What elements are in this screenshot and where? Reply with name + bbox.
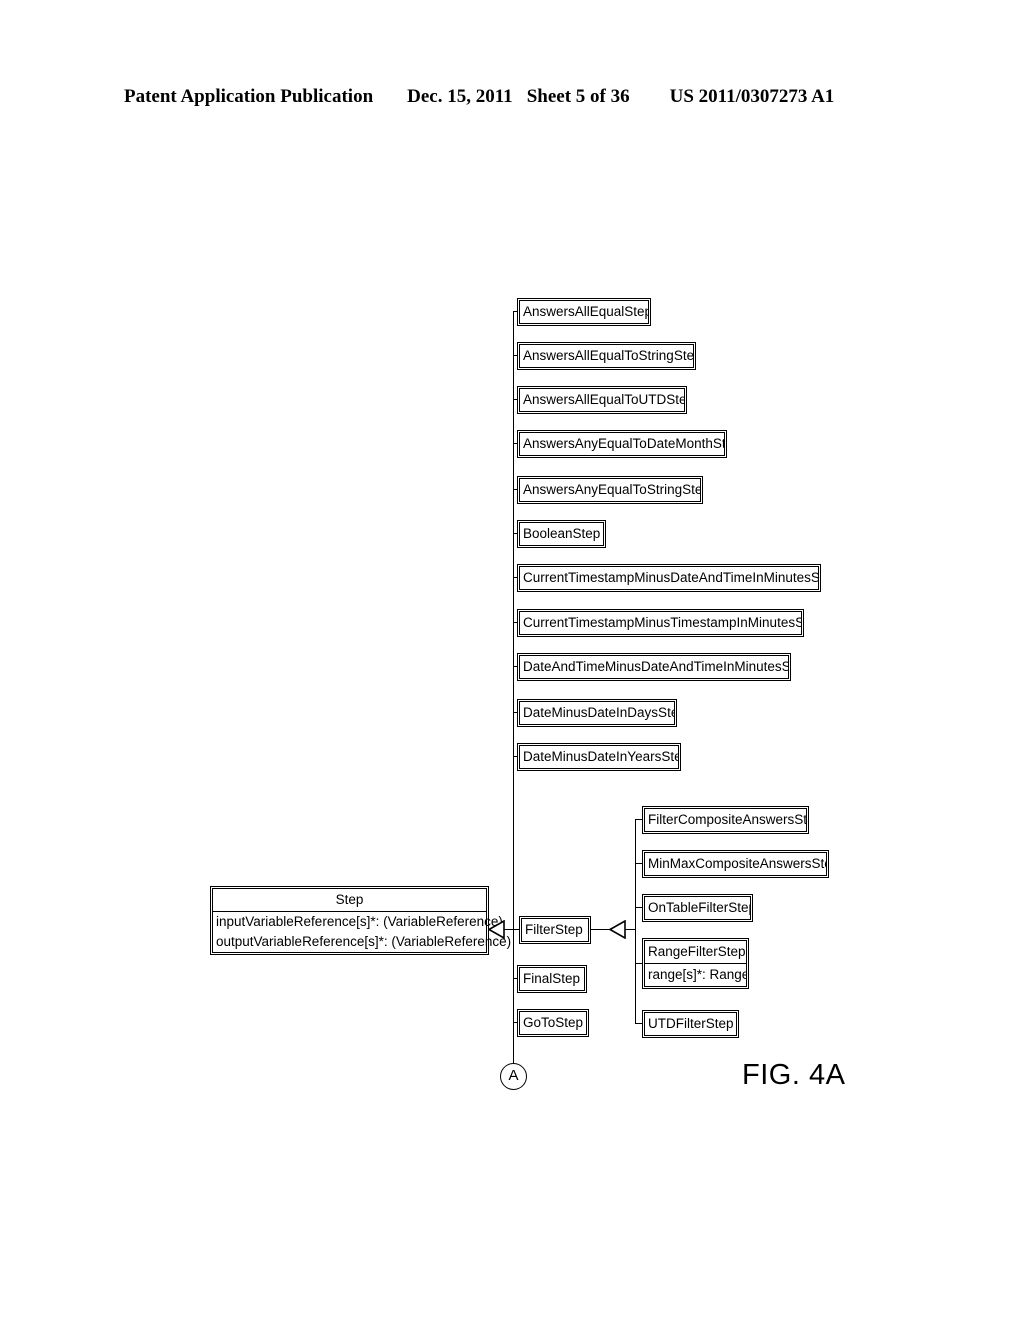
uml-class-step[interactable]: Step inputVariableReference[s]*: (Variab… [212,888,512,953]
uml-class-title: DateAndTimeMinusDateAndTimeInMinutesStep [523,659,788,674]
uml-class-title: CurrentTimestampMinusDateAndTimeInMinute… [523,570,818,585]
uml-class-finalstep[interactable]: FinalStep [519,967,585,991]
uml-class-step-attr-input: inputVariableReference[s]*: (VariableRef… [216,914,503,929]
connector-stub [635,1023,644,1024]
generalization-arrowhead-step [488,920,505,939]
uml-class-rangefilterstep-attr-range: range[s]*: Range [648,967,746,982]
uml-class-title: OnTableFilterStep [648,900,750,915]
patent-figure-page: Patent Application Publication Dec. 15, … [0,0,1024,1320]
connector-stub [635,963,644,964]
uml-class-gotostep[interactable]: GoToStep [519,1011,587,1035]
header-patent-number: US 2011/0307273 A1 [669,86,835,107]
uml-class-filtercompositeanswersstep[interactable]: FilterCompositeAnswersStep [644,808,807,832]
uml-class-answersallequaltoutdstep[interactable]: AnswersAllEqualToUTDStep [519,388,685,412]
figure-label: FIG. 4A [742,1059,846,1091]
uml-class-title: AnswersAllEqualStep [523,304,648,319]
connector-stub [635,907,644,908]
filterstep-branch-trunk [635,819,636,1023]
generalization-arrowhead-filterstep [609,920,626,939]
uml-class-utdfilterstep[interactable]: UTDFilterStep [644,1012,737,1036]
uml-class-title: AnswersAllEqualToStringStep [523,348,693,363]
continuation-marker-a: A [500,1063,527,1090]
uml-class-answersanyequaltostringstep[interactable]: AnswersAnyEqualToStringStep [519,478,701,502]
main-trunk-line [513,311,514,1063]
uml-class-title: AnswersAnyEqualToDateMonthStep [523,436,724,451]
uml-class-title: BooleanStep [523,526,601,541]
header-date-label: Dec. 15, 2011 [407,86,513,107]
uml-class-title: FilterCompositeAnswersStep [648,812,806,827]
uml-class-filterstep[interactable]: FilterStep [521,918,589,942]
uml-class-booleanstep[interactable]: BooleanStep [519,522,604,546]
patent-header: Patent Application Publication Dec. 15, … [124,86,884,112]
uml-class-title: RangeFilterStep [648,944,746,959]
uml-class-title: FilterStep [525,922,583,937]
uml-class-dateminusdateindaysstep[interactable]: DateMinusDateInDaysStep [519,701,675,725]
uml-class-step-title: Step [335,892,364,907]
uml-class-step-attr-output: outputVariableReference[s]*: (VariableRe… [216,934,512,949]
uml-class-rangefilterstep[interactable]: RangeFilterStep range[s]*: Range [644,940,747,987]
connector-stub [635,819,644,820]
uml-class-title: AnswersAnyEqualToStringStep [523,482,700,497]
header-sheet-label: Sheet 5 of 36 [526,86,630,107]
uml-class-answersallequaltostringstep[interactable]: AnswersAllEqualToStringStep [519,344,694,368]
uml-class-minmaxcompositeanswersstep[interactable]: MinMaxCompositeAnswersStep [644,852,827,876]
uml-class-ontablefilterstep[interactable]: OnTableFilterStep [644,896,751,920]
uml-class-title: GoToStep [523,1015,584,1030]
uml-class-currenttimestampminusdateandtimeinminutesstep[interactable]: CurrentTimestampMinusDateAndTimeInMinute… [519,566,819,590]
uml-class-title: FinalStep [523,971,581,986]
uml-class-answersanyequaltodatemonthstep[interactable]: AnswersAnyEqualToDateMonthStep [519,432,725,456]
uml-class-answersallequalstep[interactable]: AnswersAllEqualStep [519,300,649,324]
uml-class-currenttimestampminustimestampinminutesstep[interactable]: CurrentTimestampMinusTimestampInMinutesS… [519,611,802,635]
uml-class-title: UTDFilterStep [648,1016,734,1031]
uml-class-title: DateMinusDateInDaysStep [523,705,674,720]
uml-class-title: MinMaxCompositeAnswersStep [648,856,826,871]
uml-class-title: CurrentTimestampMinusTimestampInMinutesS… [523,615,801,630]
uml-class-title: AnswersAllEqualToUTDStep [523,392,684,407]
header-publication-label: Patent Application Publication [124,86,374,107]
uml-class-dateminusdateinyearsstep[interactable]: DateMinusDateInYearsStep [519,745,679,769]
uml-class-dateandtimeminusdateandtimeinminutesstep[interactable]: DateAndTimeMinusDateAndTimeInMinutesStep [519,655,789,679]
connector-stub [635,863,644,864]
uml-class-title: DateMinusDateInYearsStep [523,749,678,764]
